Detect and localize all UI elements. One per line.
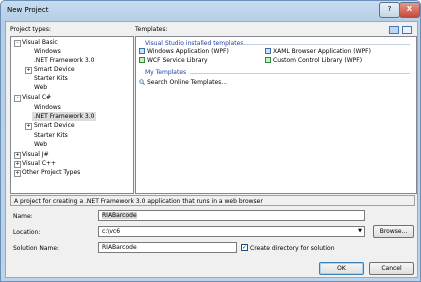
templates-label: Templates: [135,26,168,33]
expand-icon[interactable]: + [14,161,21,168]
tree-item-other-project-types[interactable]: Other Project Types [22,168,80,177]
template-label: XAML Browser Application (WPF) [273,48,371,55]
tree-item-vb-web[interactable]: Web [34,83,47,92]
expand-icon[interactable]: + [14,152,21,159]
new-project-dialog: New Project ? X Project types: Templates… [0,0,421,282]
dropdown-arrow-icon[interactable]: ▼ [356,227,364,236]
project-types-label: Project types: [10,26,51,33]
help-button[interactable]: ? [379,2,400,18]
tree-item-vb-netfx30[interactable]: .NET Framework 3.0 [34,56,94,65]
browser-app-icon [265,48,271,54]
solution-name-value: RIABarcode [102,244,137,251]
template-label: Search Online Templates... [147,79,228,86]
large-icons-view-icon[interactable] [389,26,399,34]
dialog-title: New Project [7,6,49,14]
small-icons-view-icon[interactable] [402,26,412,34]
ok-button[interactable]: OK [319,262,364,275]
location-combobox[interactable]: c:\vc6 ▼ [98,226,365,237]
window-app-icon [139,48,145,54]
create-directory-checkbox[interactable]: ✓ [241,244,248,251]
tree-item-cs-web[interactable]: Web [34,140,47,149]
create-directory-label: Create directory for solution [250,245,335,252]
expand-icon[interactable]: + [25,67,32,74]
template-label: Windows Application (WPF) [147,48,229,55]
name-label: Name: [13,213,33,220]
tree-item-cs-windows[interactable]: Windows [34,103,61,112]
template-description: A project for creating a .NET Framework … [10,195,415,206]
tree-item-cs-smart-device[interactable]: Smart Device [34,121,75,130]
template-wcf-service-library[interactable]: WCF Service Library [139,57,208,65]
name-input[interactable]: RIABarcode [98,210,365,221]
tree-item-cs-starter-kits[interactable]: Starter Kits [34,131,68,140]
solution-name-input[interactable]: RIABarcode [98,242,237,253]
project-types-tree[interactable]: - Visual Basic Windows .NET Framework 3.… [10,36,134,194]
template-xaml-browser-application-wpf[interactable]: XAML Browser Application (WPF) [265,48,371,56]
tree-item-visual-csharp[interactable]: Visual C# [22,93,51,102]
service-library-icon [139,57,145,63]
search-online-icon [139,79,145,85]
installed-templates-header: Visual Studio installed templates [145,40,244,47]
section-divider [242,44,410,45]
section-divider [190,73,410,74]
solution-name-label: Solution Name: [13,245,60,252]
location-label: Location: [13,229,41,236]
expand-icon[interactable]: + [14,170,21,177]
close-button[interactable]: X [399,2,420,18]
tree-item-vb-smart-device[interactable]: Smart Device [34,65,75,74]
my-templates-header: My Templates [145,69,187,76]
control-library-icon [265,57,271,63]
tree-item-cs-netfx30[interactable]: .NET Framework 3.0 [32,112,97,121]
tree-item-vb-windows[interactable]: Windows [34,47,61,56]
templates-list[interactable]: Visual Studio installed templates Window… [135,36,417,194]
collapse-icon[interactable]: - [14,40,21,47]
tree-item-visual-basic[interactable]: Visual Basic [22,38,58,47]
tree-item-visual-cpp[interactable]: Visual C++ [22,159,56,168]
name-value: RIABarcode [102,212,137,219]
collapse-icon[interactable]: - [14,95,21,102]
template-windows-application-wpf[interactable]: Windows Application (WPF) [139,48,229,56]
expand-icon[interactable]: + [25,123,32,130]
template-label: Custom Control Library (WPF) [273,57,363,64]
location-value: c:\vc6 [102,228,121,235]
tree-item-vb-starter-kits[interactable]: Starter Kits [34,74,68,83]
template-label: WCF Service Library [147,57,208,64]
tree-item-visual-jsharp[interactable]: Visual J# [22,150,49,159]
title-bar: New Project ? X [1,1,420,21]
template-search-online[interactable]: Search Online Templates... [139,79,227,87]
template-custom-control-library-wpf[interactable]: Custom Control Library (WPF) [265,57,362,65]
dialog-body: Project types: Templates: - Visual Basic… [5,21,418,278]
browse-button[interactable]: Browse... [373,225,414,238]
cancel-button[interactable]: Cancel [369,262,414,275]
